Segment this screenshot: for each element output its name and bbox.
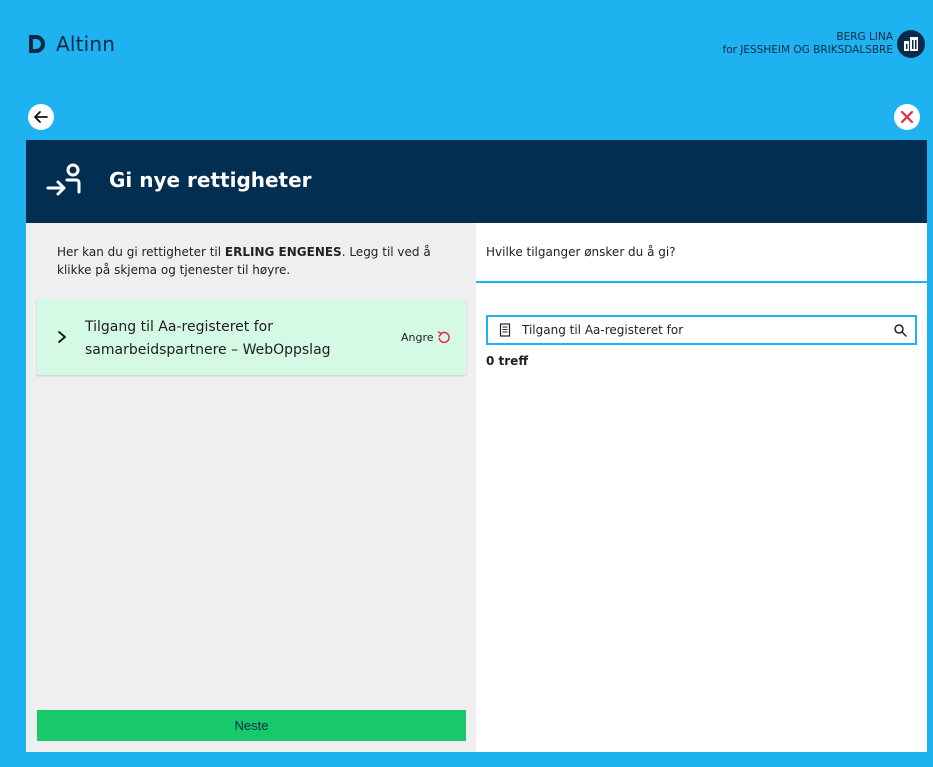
building-icon bbox=[904, 37, 918, 51]
dialog-title: Gi nye rettigheter bbox=[109, 168, 312, 192]
next-button[interactable]: Neste bbox=[37, 710, 466, 741]
user-organization: for JESSHEIM OG BRIKSDALSBRE bbox=[722, 44, 893, 56]
divider bbox=[476, 281, 927, 283]
search-input[interactable]: Tilgang til Aa-registeret for bbox=[486, 315, 917, 345]
altinn-logo[interactable]: Altinn bbox=[26, 32, 115, 56]
dialog-header: Gi nye rettigheter bbox=[26, 140, 927, 223]
document-icon bbox=[499, 323, 511, 337]
user-info: BERG LINA for JESSHEIM OG BRIKSDALSBRE bbox=[723, 31, 893, 57]
top-bar: Altinn BERG LINA for JESSHEIM OG BRIKSDA… bbox=[0, 0, 933, 90]
person-arrow-icon bbox=[46, 163, 81, 196]
left-panel: Her kan du gi rettigheter til ERLING ENG… bbox=[26, 223, 476, 752]
undo-label: Angre bbox=[401, 330, 434, 344]
user-menu[interactable]: BERG LINA for JESSHEIM OG BRIKSDALSBRE bbox=[723, 30, 925, 58]
search-value[interactable]: Tilgang til Aa-registeret for bbox=[522, 323, 893, 337]
results-count: 0 treff bbox=[486, 354, 529, 368]
undo-button[interactable]: Angre bbox=[401, 330, 451, 344]
next-label: Neste bbox=[234, 718, 269, 733]
arrow-left-icon bbox=[34, 111, 48, 123]
delegation-dialog: Gi nye rettigheter Her kan du gi rettigh… bbox=[26, 140, 927, 752]
altinn-logo-icon bbox=[29, 35, 45, 53]
chevron-right-icon[interactable] bbox=[57, 330, 67, 344]
search-question: Hvilke tilganger ønsker du å gi? bbox=[486, 245, 676, 259]
recipient-name: ERLING ENGENES bbox=[224, 245, 342, 259]
brand-name: Altinn bbox=[56, 32, 116, 56]
service-title: Tilgang til Aa-registeret for samarbeids… bbox=[85, 319, 331, 358]
right-panel: Hvilke tilganger ønsker du å gi? Tilgang… bbox=[476, 223, 927, 752]
undo-icon bbox=[437, 331, 450, 344]
intro-prefix: Her kan du gi rettigheter til bbox=[57, 245, 225, 259]
selected-service-item[interactable]: Tilgang til Aa-registeret for samarbeids… bbox=[37, 299, 466, 375]
search-icon[interactable] bbox=[893, 323, 907, 337]
avatar[interactable] bbox=[897, 30, 925, 58]
user-name: BERG LINA bbox=[836, 31, 893, 43]
close-icon bbox=[900, 110, 914, 124]
intro-text: Her kan du gi rettigheter til ERLING ENG… bbox=[57, 243, 447, 279]
close-button[interactable] bbox=[894, 104, 920, 130]
back-button[interactable] bbox=[28, 104, 54, 130]
